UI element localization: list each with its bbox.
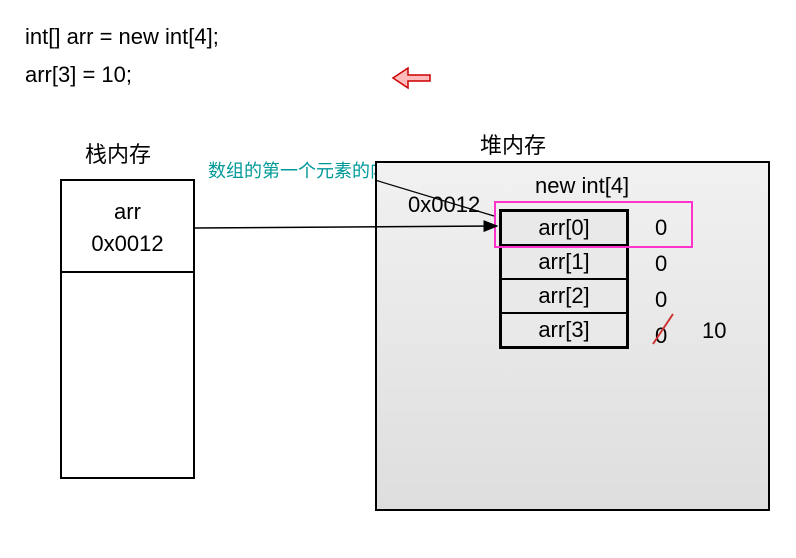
stack-title: 栈内存 bbox=[85, 137, 151, 169]
heap-new-expr: new int[4] bbox=[535, 173, 629, 199]
value-1: 0 bbox=[655, 246, 667, 282]
stack-var-addr: 0x0012 bbox=[91, 231, 163, 256]
highlight-first-element bbox=[494, 201, 693, 248]
value-2: 0 bbox=[655, 282, 667, 318]
stack-memory-box: arr 0x0012 bbox=[60, 179, 195, 479]
stack-variable: arr 0x0012 bbox=[62, 196, 193, 260]
value-3: 0 bbox=[655, 318, 667, 354]
heap-address-label: 0x0012 bbox=[408, 192, 480, 218]
array-cell-3: arr[3] bbox=[501, 313, 627, 347]
stack-divider bbox=[62, 271, 193, 273]
heap-title: 堆内存 bbox=[480, 128, 546, 160]
array-cell-1: arr[1] bbox=[501, 245, 627, 279]
code-block: int[] arr = new int[4]; arr[3] = 10; bbox=[25, 18, 219, 94]
array-cell-2: arr[2] bbox=[501, 279, 627, 313]
code-line-2: arr[3] = 10; bbox=[25, 56, 219, 94]
code-line-1: int[] arr = new int[4]; bbox=[25, 18, 219, 56]
stack-var-name: arr bbox=[114, 199, 141, 224]
updated-value: 10 bbox=[702, 318, 726, 344]
left-arrow-icon bbox=[393, 68, 430, 88]
